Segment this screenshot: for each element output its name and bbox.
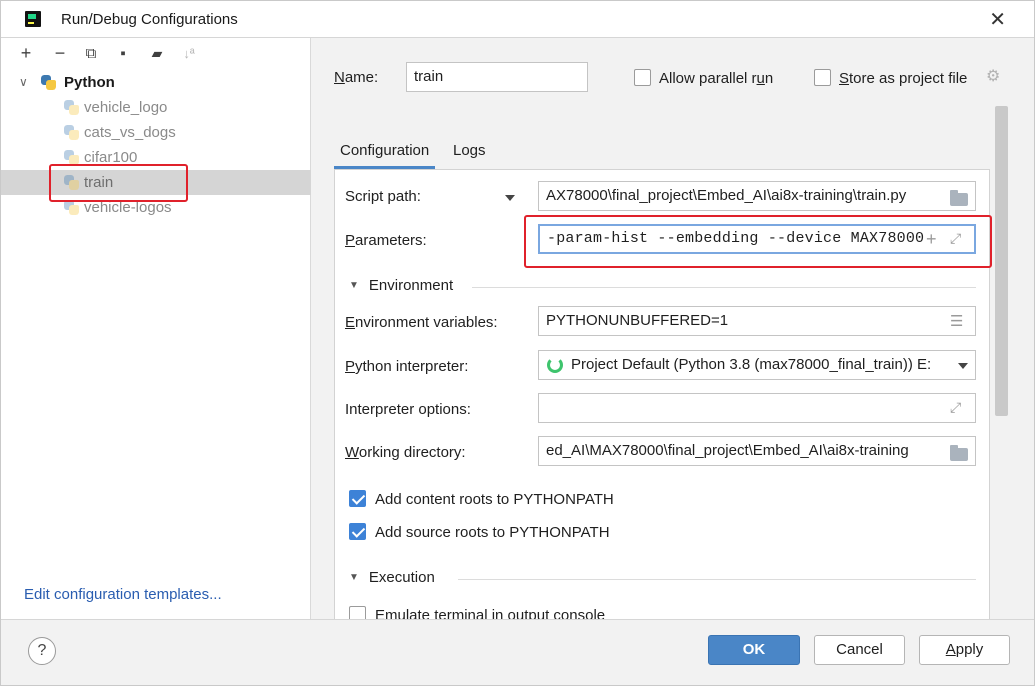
configurations-sidebar: + − ⧉ ▪ ▰ ↓ª ∨ Python vehicle_logo cats_…: [1, 38, 311, 619]
folder-icon[interactable]: [950, 190, 968, 206]
tree-item-cifar100[interactable]: cifar100: [1, 145, 311, 170]
save-icon[interactable]: ▪: [113, 43, 133, 63]
title-bar: Run/Debug Configurations ✕: [1, 1, 1034, 38]
parameters-input[interactable]: -param-hist --embedding --device MAX7800…: [538, 224, 976, 254]
run-debug-dialog: Run/Debug Configurations ✕ + − ⧉ ▪ ▰ ↓ª …: [0, 0, 1035, 686]
python-icon: [64, 125, 79, 140]
edit-templates-link[interactable]: Edit configuration templates...: [24, 586, 222, 603]
section-divider: [472, 287, 976, 288]
store-as-project-label: Store as project file: [839, 70, 968, 87]
add-icon[interactable]: +: [926, 229, 937, 250]
chevron-down-icon[interactable]: [958, 363, 968, 369]
copy-icon[interactable]: ⧉: [81, 43, 101, 63]
script-path-input[interactable]: AX78000\final_project\Embed_AI\ai8x-trai…: [538, 181, 976, 211]
tree-item-label: vehicle-logos: [84, 199, 172, 216]
tree-item-label: train: [84, 174, 114, 191]
help-button[interactable]: ?: [28, 637, 56, 665]
python-icon: [64, 200, 79, 215]
tree-item-vehicle-logo[interactable]: vehicle_logo: [1, 95, 311, 120]
tree-item-label: vehicle_logo: [84, 99, 168, 116]
tree-root-label: Python: [64, 74, 115, 91]
python-interpreter-select[interactable]: Project Default (Python 3.8 (max78000_fi…: [538, 350, 976, 380]
tab-logs[interactable]: Logs: [453, 142, 486, 159]
tree-item-label: cifar100: [84, 149, 138, 166]
interpreter-options-label: Interpreter options:: [345, 401, 471, 418]
name-label: Name:: [334, 69, 379, 86]
environment-section-header[interactable]: ▼ Environment: [349, 277, 453, 294]
ok-button[interactable]: OK: [708, 635, 800, 665]
scrollbar[interactable]: [995, 106, 1008, 416]
tree-item-cats-vs-dogs[interactable]: cats_vs_dogs: [1, 120, 311, 145]
allow-parallel-label: Allow parallel run: [659, 70, 774, 87]
content-roots-label: Add content roots to PYTHONPATH: [375, 491, 614, 508]
python-icon: [64, 175, 79, 190]
interpreter-status-icon: [547, 357, 563, 373]
cancel-button[interactable]: Cancel: [814, 635, 905, 665]
python-icon: [41, 75, 56, 90]
window-title: Run/Debug Configurations: [61, 11, 238, 28]
expand-icon[interactable]: ⤢: [950, 399, 961, 416]
chevron-down-icon[interactable]: ∨: [19, 70, 28, 95]
gear-icon[interactable]: ⚙: [986, 69, 1002, 85]
emulate-terminal-checkbox[interactable]: [349, 606, 366, 619]
python-icon: [64, 100, 79, 115]
configuration-panel: Script path: AX78000\final_project\Embed…: [334, 170, 990, 620]
python-interpreter-label: Python interpreter:: [345, 358, 469, 375]
tree-root-python[interactable]: ∨ Python: [1, 70, 311, 95]
section-divider: [458, 579, 976, 580]
python-icon: [64, 150, 79, 165]
env-vars-label: Environment variables:: [345, 314, 498, 331]
tree-item-train[interactable]: train: [1, 170, 311, 195]
sort-icon: ↓ª: [183, 45, 195, 61]
apply-button[interactable]: Apply: [919, 635, 1010, 665]
content-roots-checkbox[interactable]: [349, 490, 366, 507]
list-icon[interactable]: ☰: [950, 312, 963, 330]
tab-configuration[interactable]: Configuration: [333, 142, 436, 169]
expand-icon[interactable]: ⤢: [950, 230, 961, 247]
new-folder-icon[interactable]: ▰: [147, 43, 167, 63]
interpreter-options-input[interactable]: [538, 393, 976, 423]
source-roots-checkbox[interactable]: [349, 523, 366, 540]
source-roots-label: Add source roots to PYTHONPATH: [375, 524, 610, 541]
working-directory-input[interactable]: ed_AI\MAX78000\final_project\Embed_AI\ai…: [538, 436, 976, 466]
add-icon[interactable]: +: [16, 43, 36, 63]
close-icon[interactable]: ✕: [989, 7, 1006, 32]
tree-item-label: cats_vs_dogs: [84, 124, 176, 141]
name-input[interactable]: train: [406, 62, 588, 92]
dialog-footer: ? OK Cancel Apply: [1, 619, 1034, 685]
configuration-editor: Name: train Allow parallel run Store as …: [312, 38, 1034, 620]
tree-item-vehicle-logos[interactable]: vehicle-logos: [1, 195, 311, 220]
remove-icon[interactable]: −: [50, 43, 70, 63]
chevron-down-icon[interactable]: [505, 195, 515, 201]
sidebar-toolbar: + − ⧉ ▪ ▰ ↓ª: [1, 38, 311, 68]
working-directory-label: Working directory:: [345, 444, 466, 461]
execution-section-header[interactable]: ▼ Execution: [349, 569, 435, 586]
configuration-tree: ∨ Python vehicle_logo cats_vs_dogs cifar…: [1, 70, 311, 220]
parameters-label: Parameters:: [345, 232, 427, 249]
env-vars-input[interactable]: PYTHONUNBUFFERED=1: [538, 306, 976, 336]
store-as-project-checkbox[interactable]: [814, 69, 831, 86]
folder-icon[interactable]: [950, 445, 968, 461]
pycharm-icon: [25, 11, 41, 27]
script-path-label: Script path:: [345, 188, 421, 205]
allow-parallel-checkbox[interactable]: [634, 69, 651, 86]
